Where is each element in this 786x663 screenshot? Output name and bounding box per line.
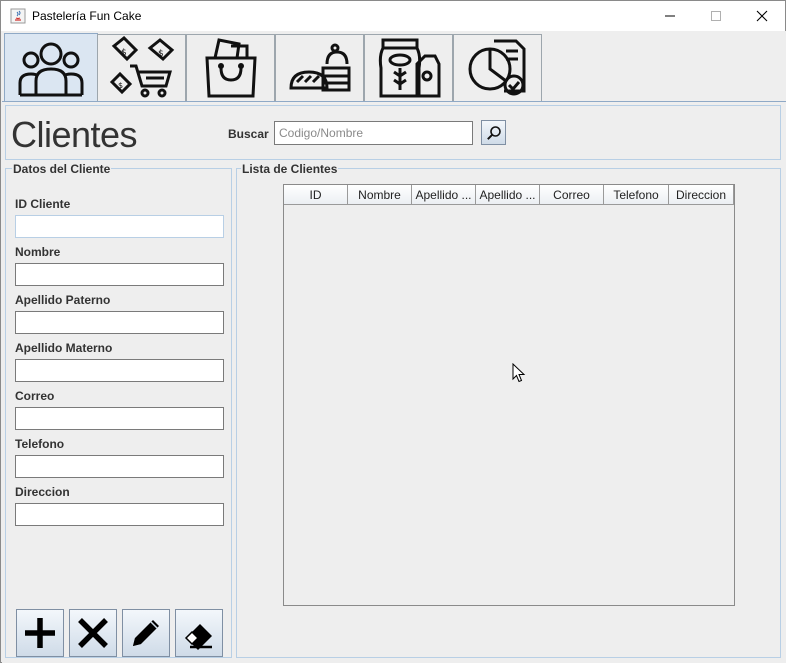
id-cliente-field[interactable] bbox=[15, 215, 224, 238]
direccion-field[interactable] bbox=[15, 503, 224, 526]
search-label: Buscar bbox=[228, 127, 269, 141]
app-window: Pastelería Fun Cake $ $ $ Clientes Busca… bbox=[0, 0, 786, 663]
search-input[interactable] bbox=[274, 121, 473, 145]
column-header-apellido-paterno[interactable]: Apellido ... bbox=[412, 185, 476, 205]
sales-cart-icon: $ $ $ bbox=[109, 36, 174, 98]
column-header-telefono[interactable]: Telefono bbox=[604, 185, 669, 205]
delete-button[interactable] bbox=[69, 609, 117, 657]
apellido-paterno-field[interactable] bbox=[15, 311, 224, 334]
nombre-label: Nombre bbox=[15, 245, 61, 259]
title-bar: Pastelería Fun Cake bbox=[1, 1, 785, 31]
apellido-paterno-label: Apellido Paterno bbox=[15, 293, 111, 307]
tab-insumos[interactable] bbox=[364, 34, 453, 101]
apellido-materno-label: Apellido Materno bbox=[15, 341, 113, 355]
window-title: Pastelería Fun Cake bbox=[32, 9, 142, 23]
client-list-title: Lista de Clientes bbox=[241, 162, 339, 176]
search-button[interactable] bbox=[481, 120, 506, 145]
customers-icon bbox=[18, 42, 84, 97]
page-title: Clientes bbox=[11, 114, 138, 155]
telefono-field[interactable] bbox=[15, 455, 224, 478]
edit-button[interactable] bbox=[122, 609, 170, 657]
close-icon bbox=[756, 10, 768, 22]
clear-button[interactable] bbox=[175, 609, 223, 657]
nombre-field[interactable] bbox=[15, 263, 224, 286]
java-app-icon bbox=[10, 8, 26, 24]
correo-field[interactable] bbox=[15, 407, 224, 430]
minimize-icon bbox=[665, 15, 675, 17]
mouse-cursor-icon bbox=[512, 363, 526, 383]
clientes-panel: Clientes Buscar Datos del Cliente ID Cli… bbox=[2, 101, 786, 663]
table-body[interactable] bbox=[284, 205, 734, 605]
client-list-group: Lista de Clientes ID Nombre Apellido ...… bbox=[236, 162, 781, 658]
search-icon bbox=[486, 125, 501, 140]
column-header-apellido-materno[interactable]: Apellido ... bbox=[476, 185, 540, 205]
minimize-button[interactable] bbox=[647, 1, 693, 31]
direccion-label: Direccion bbox=[15, 485, 70, 499]
groceries-icon bbox=[378, 38, 440, 98]
bakery-products-icon bbox=[288, 43, 350, 92]
header-panel: Clientes Buscar bbox=[5, 105, 781, 160]
eraser-icon bbox=[184, 624, 212, 650]
telefono-label: Telefono bbox=[15, 437, 65, 451]
client-data-title: Datos del Cliente bbox=[12, 162, 112, 176]
table-header: ID Nombre Apellido ... Apellido ... Corr… bbox=[284, 185, 734, 205]
report-chart-icon bbox=[468, 39, 525, 96]
tab-ventas[interactable]: $ $ $ bbox=[97, 34, 186, 101]
clients-table[interactable]: ID Nombre Apellido ... Apellido ... Corr… bbox=[283, 184, 735, 606]
tab-productos[interactable] bbox=[275, 34, 364, 101]
x-icon bbox=[78, 618, 108, 648]
maximize-button[interactable] bbox=[693, 1, 739, 31]
svg-text:$: $ bbox=[118, 81, 123, 90]
column-header-direccion[interactable]: Direccion bbox=[669, 185, 734, 205]
tab-clientes[interactable] bbox=[4, 33, 98, 102]
column-header-nombre[interactable]: Nombre bbox=[348, 185, 412, 205]
correo-label: Correo bbox=[15, 389, 55, 403]
module-tabs: $ $ $ bbox=[2, 31, 786, 102]
column-header-correo[interactable]: Correo bbox=[540, 185, 604, 205]
add-button[interactable] bbox=[16, 609, 64, 657]
apellido-materno-field[interactable] bbox=[15, 359, 224, 382]
svg-text:$: $ bbox=[158, 49, 164, 59]
maximize-icon bbox=[711, 11, 721, 21]
svg-text:$: $ bbox=[121, 48, 127, 58]
client-data-group: Datos del Cliente ID Cliente Nombre Apel… bbox=[5, 162, 232, 658]
id-cliente-label: ID Cliente bbox=[15, 197, 71, 211]
plus-icon bbox=[25, 618, 55, 648]
shopping-bag-icon bbox=[204, 38, 257, 98]
column-header-id[interactable]: ID bbox=[284, 185, 348, 205]
close-button[interactable] bbox=[739, 1, 785, 31]
tab-compras[interactable] bbox=[186, 34, 275, 101]
pencil-icon bbox=[133, 620, 159, 646]
tab-reportes[interactable] bbox=[453, 34, 542, 101]
